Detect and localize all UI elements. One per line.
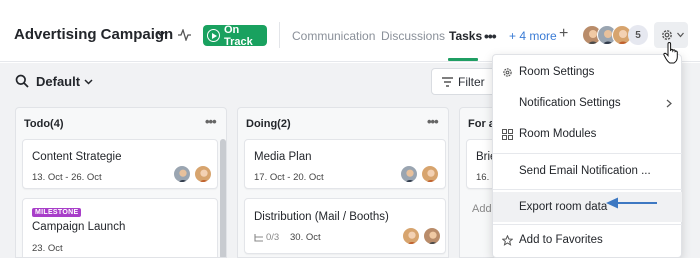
menu-divider [493, 189, 682, 190]
modules-icon [502, 129, 513, 140]
status-label: On Track [224, 23, 253, 48]
tab-options-button[interactable]: ••• [484, 28, 497, 44]
menu-item-room-modules[interactable]: Room Modules [493, 119, 682, 149]
view-selector[interactable]: Default [36, 74, 80, 89]
task-card[interactable]: MILESTONE Campaign Launch 23. Oct [22, 198, 218, 257]
add-task-link[interactable]: Add [472, 203, 492, 215]
menu-item-send-email-notification[interactable]: Send Email Notification ... [493, 156, 682, 186]
room-header: Advertising Campaign On Track Communicat… [0, 0, 700, 62]
avatar [402, 227, 420, 245]
menu-divider [493, 153, 682, 154]
play-circle-icon [207, 29, 220, 42]
card-date: 30. Oct [290, 232, 321, 243]
chevron-down-icon[interactable] [156, 29, 166, 39]
filter-button[interactable]: Filter [431, 68, 501, 95]
avatar [194, 165, 212, 183]
divider [279, 22, 280, 48]
column-title: Doing(2) [246, 118, 291, 130]
milestone-badge: MILESTONE [32, 208, 82, 217]
column-options-button[interactable]: ••• [205, 114, 217, 129]
tab-tasks[interactable]: Tasks [449, 29, 482, 43]
subtask-count: 0/3 [266, 232, 280, 243]
annotation-arrow-icon [606, 197, 657, 209]
column-options-button[interactable]: ••• [427, 114, 439, 129]
chevron-down-icon [677, 32, 684, 38]
chevron-right-icon [666, 99, 672, 108]
menu-item-label: Export room data [519, 201, 608, 213]
activity-icon[interactable] [178, 29, 191, 41]
gear-icon [662, 30, 672, 40]
room-settings-menu: Room Settings Notification Settings Room… [492, 54, 682, 258]
more-tabs-link[interactable]: + 4 more [509, 29, 557, 43]
column-title: Todo(4) [24, 118, 64, 130]
menu-item-label: Room Modules [519, 128, 597, 140]
avatar [400, 165, 418, 183]
board-column-todo: Todo(4) ••• Content Strategie 13. Oct - … [15, 107, 227, 258]
menu-item-notification-settings[interactable]: Notification Settings [493, 88, 682, 118]
card-date: 16. [476, 172, 490, 183]
status-button[interactable]: On Track [203, 23, 267, 48]
active-tab-indicator [448, 58, 478, 61]
menu-item-label: Room Settings [519, 66, 595, 78]
column-title: For a [468, 118, 495, 130]
card-title: Content Strategie [32, 151, 122, 163]
card-title: Media Plan [254, 151, 312, 163]
task-card[interactable]: Distribution (Mail / Booths) 0/3 30. Oct [244, 198, 446, 254]
scrollbar[interactable] [220, 139, 226, 257]
task-card[interactable]: Media Plan 17. Oct - 20. Oct [244, 139, 446, 189]
star-icon [502, 235, 513, 246]
gear-icon [503, 68, 512, 77]
more-members-count[interactable]: 5 [628, 25, 648, 45]
chevron-down-icon[interactable] [84, 78, 93, 86]
subtasks-icon [254, 234, 263, 242]
card-date: 17. Oct - 20. Oct [254, 172, 324, 183]
menu-item-label: Add to Favorites [519, 234, 603, 246]
avatar [173, 165, 191, 183]
card-date: 23. Oct [32, 243, 63, 254]
filter-icon [442, 77, 453, 87]
avatar [421, 165, 439, 183]
filter-label: Filter [458, 75, 485, 89]
card-title: Campaign Launch [32, 221, 126, 233]
add-tab-button[interactable]: + [559, 25, 568, 43]
hand-cursor-icon [663, 42, 678, 64]
avatar [423, 227, 441, 245]
tab-discussions[interactable]: Discussions [381, 29, 445, 43]
card-title: Distribution (Mail / Booths) [254, 211, 389, 223]
menu-item-label: Send Email Notification ... [519, 165, 651, 177]
menu-item-label: Notification Settings [519, 97, 621, 109]
room-title[interactable]: Advertising Campaign [14, 26, 173, 43]
card-date: 13. Oct - 26. Oct [32, 172, 102, 183]
task-card[interactable]: Content Strategie 13. Oct - 26. Oct [22, 139, 218, 189]
menu-item-add-to-favorites[interactable]: Add to Favorites [493, 225, 682, 255]
search-icon[interactable] [15, 74, 29, 88]
tab-communication[interactable]: Communication [292, 29, 375, 43]
board-column-doing: Doing(2) ••• Media Plan 17. Oct - 20. Oc… [237, 107, 449, 258]
menu-item-room-settings[interactable]: Room Settings [493, 57, 682, 87]
